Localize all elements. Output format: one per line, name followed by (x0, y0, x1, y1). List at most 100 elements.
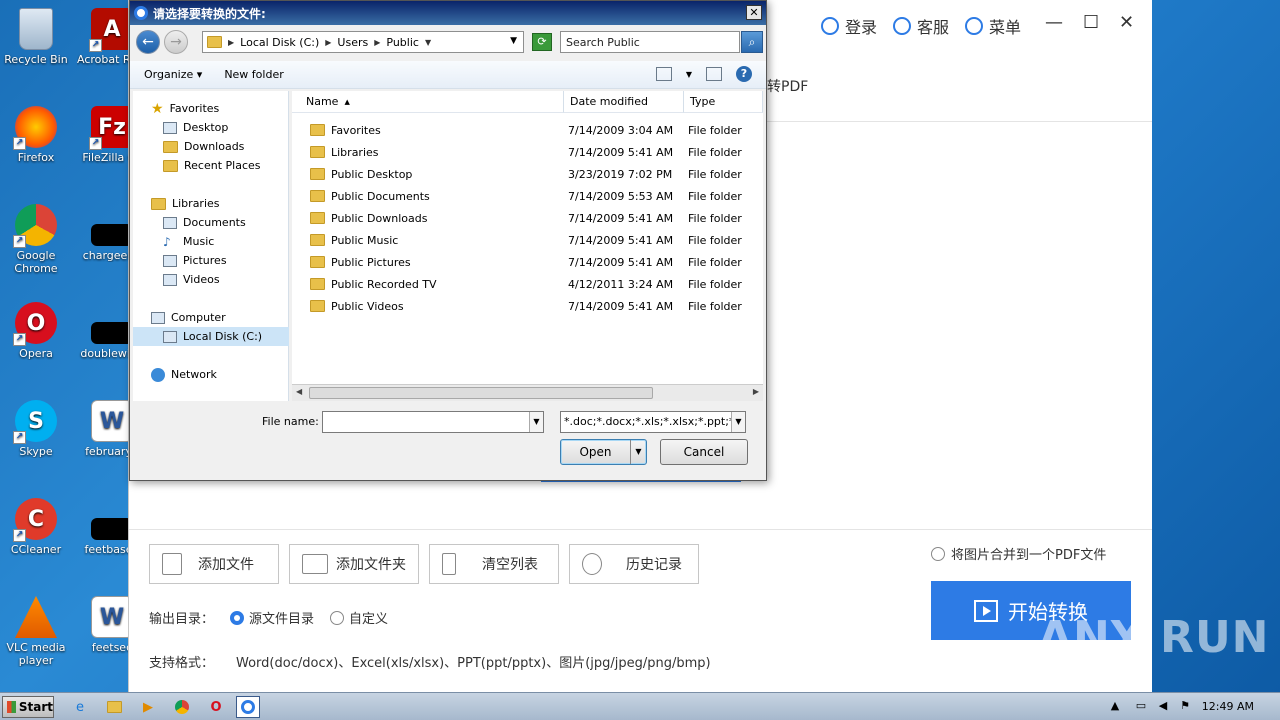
headset-icon (893, 17, 911, 35)
minimize-button[interactable]: — (1045, 12, 1063, 33)
chevron-down-icon[interactable]: ▼ (731, 412, 745, 432)
customer-service-button[interactable]: 客服 (893, 14, 949, 38)
chevron-down-icon[interactable]: ▼ (529, 412, 543, 432)
folder-icon (207, 36, 222, 48)
file-row[interactable]: Public Videos 7/14/2009 5:41 AM File fol… (292, 295, 763, 317)
breadcrumb-users[interactable]: Users (337, 36, 368, 49)
new-folder-button[interactable]: New folder (224, 68, 283, 81)
column-header-date[interactable]: Date modified (564, 91, 684, 113)
chrome-taskbar-icon[interactable] (170, 696, 194, 718)
merge-images-option[interactable]: 将图片合并到一个PDF文件 (931, 544, 1106, 563)
view-dropdown-icon[interactable]: ▼ (686, 70, 692, 79)
file-row[interactable]: Public Desktop 3/23/2019 7:02 PM File fo… (292, 163, 763, 185)
search-icon[interactable]: ⌕ (741, 31, 763, 53)
scrollbar-thumb[interactable] (309, 387, 653, 399)
file-row[interactable]: Public Recorded TV 4/12/2011 3:24 AM Fil… (292, 273, 763, 295)
organize-button[interactable]: Organize ▾ (144, 68, 202, 81)
close-button[interactable]: ✕ (1119, 12, 1134, 33)
pdf-converter-taskbar-icon[interactable] (236, 696, 260, 718)
file-type-select[interactable]: *.doc;*.docx;*.xls;*.xlsx;*.ppt;*.p ▼ (560, 411, 746, 433)
desktop-icon-ccleaner[interactable]: C ↗ CCleaner (1, 498, 71, 556)
windows-logo-icon (7, 701, 16, 713)
network-tray-icon[interactable]: ▭ (1134, 699, 1148, 713)
desktop-icon-recycle-bin[interactable]: Recycle Bin (1, 8, 71, 66)
file-date: 7/14/2009 5:41 AM (568, 145, 674, 159)
desktop-icon-chrome[interactable]: ↗ Google Chrome (1, 204, 71, 275)
media-player-icon[interactable]: ▶ (136, 696, 160, 718)
scroll-left-icon[interactable]: ◀ (296, 387, 302, 396)
clear-list-button[interactable]: 清空列表 (429, 544, 559, 584)
output-custom-option[interactable]: 自定义 (330, 608, 388, 627)
chevron-down-icon[interactable]: ▼ (630, 440, 646, 464)
forward-button[interactable]: → (164, 30, 188, 54)
scroll-right-icon[interactable]: ▶ (753, 387, 759, 396)
dialog-close-button[interactable]: ✕ (746, 5, 762, 20)
desktop-icon-vlc[interactable]: VLC media player (1, 596, 71, 667)
nav-pictures[interactable]: Pictures (163, 251, 227, 270)
search-input[interactable]: Search Public (560, 31, 740, 53)
play-icon (974, 599, 998, 622)
add-file-label: 添加文件 (198, 557, 254, 573)
breadcrumb-local-disk[interactable]: Local Disk (C:) (240, 36, 319, 49)
breadcrumb-public[interactable]: Public (386, 36, 419, 49)
start-button[interactable]: Start (2, 696, 54, 718)
nav-libraries[interactable]: Libraries (151, 194, 220, 213)
maximize-button[interactable]: ☐ (1083, 12, 1099, 33)
network-icon (151, 367, 165, 382)
file-name-input[interactable]: ▼ (322, 411, 544, 433)
nav-computer[interactable]: Computer (151, 308, 226, 327)
nav-favorites[interactable]: ★ Favorites (151, 99, 219, 118)
login-button[interactable]: 登录 (821, 14, 877, 38)
show-hidden-icons-icon[interactable]: ▲ (1108, 699, 1122, 713)
taskbar-clock[interactable]: 12:49 AM (1202, 700, 1254, 713)
trash-icon (442, 553, 456, 575)
nav-music[interactable]: ♪ Music (163, 232, 214, 251)
nav-downloads[interactable]: Downloads (163, 137, 244, 156)
horizontal-scrollbar[interactable]: ◀ ▶ (292, 384, 763, 401)
preview-pane-icon[interactable] (706, 67, 722, 81)
action-center-flag-icon[interactable]: ⚑ (1178, 699, 1192, 713)
desktop-icon-firefox[interactable]: ↗ Firefox (1, 106, 71, 164)
file-thumbnail-icon (91, 224, 133, 246)
file-row[interactable]: Favorites 7/14/2009 3:04 AM File folder (292, 119, 763, 141)
add-folder-button[interactable]: 添加文件夹 (289, 544, 419, 584)
file-row[interactable]: Public Pictures 7/14/2009 5:41 AM File f… (292, 251, 763, 273)
supported-formats-row: 支持格式： Word(doc/docx)、Excel(xls/xlsx)、PPT… (149, 652, 711, 671)
file-explorer-icon[interactable] (102, 696, 126, 718)
nav-local-disk[interactable]: Local Disk (C:) (133, 327, 289, 346)
output-directory-row: 输出目录： 源文件目录 自定义 (149, 608, 388, 627)
desktop-icon-label: Opera (19, 347, 53, 360)
desktop-icon-skype[interactable]: S ↗ Skype (1, 400, 71, 458)
nav-documents[interactable]: Documents (163, 213, 246, 232)
file-row[interactable]: Libraries 7/14/2009 5:41 AM File folder (292, 141, 763, 163)
nav-network[interactable]: Network (151, 365, 217, 384)
output-source-option[interactable]: 源文件目录 (230, 608, 314, 627)
nav-desktop[interactable]: Desktop (163, 118, 228, 137)
column-header-type[interactable]: Type (684, 91, 763, 113)
desktop-icon-opera[interactable]: O ↗ Opera (1, 302, 71, 360)
open-button[interactable]: Open ▼ (560, 439, 647, 465)
back-button[interactable]: ← (136, 30, 160, 54)
file-row[interactable]: Public Documents 7/14/2009 5:53 AM File … (292, 185, 763, 207)
history-button[interactable]: 历史记录 (569, 544, 699, 584)
refresh-button[interactable]: ⟳ (532, 33, 552, 51)
volume-icon[interactable]: ◀ (1156, 699, 1170, 713)
file-row[interactable]: Public Downloads 7/14/2009 5:41 AM File … (292, 207, 763, 229)
add-file-button[interactable]: 添加文件 (149, 544, 279, 584)
file-row[interactable]: Public Music 7/14/2009 5:41 AM File fold… (292, 229, 763, 251)
help-icon[interactable]: ? (736, 66, 752, 82)
output-custom-radio[interactable] (330, 610, 345, 625)
column-header-name[interactable]: Name ▲ (292, 91, 564, 113)
internet-explorer-icon[interactable]: e (68, 696, 92, 718)
opera-taskbar-icon[interactable]: O (204, 696, 228, 718)
output-source-radio[interactable] (230, 610, 245, 625)
cancel-button[interactable]: Cancel (660, 439, 748, 465)
address-bar[interactable]: ▶ Local Disk (C:) ▶ Users ▶ Public ▼ ▼ (202, 31, 524, 53)
folder-icon (310, 300, 325, 312)
view-options-icon[interactable] (655, 67, 672, 81)
chevron-down-icon[interactable]: ▼ (510, 36, 517, 46)
merge-radio[interactable] (931, 546, 945, 561)
nav-recent-places[interactable]: Recent Places (163, 156, 261, 175)
menu-button[interactable]: 菜单 (965, 14, 1021, 38)
nav-videos[interactable]: Videos (163, 270, 220, 289)
